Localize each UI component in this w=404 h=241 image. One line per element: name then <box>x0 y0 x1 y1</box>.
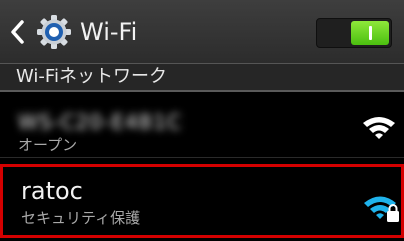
section-label: Wi-Fiネットワーク <box>16 66 167 87</box>
network-security: オープン <box>18 136 78 154</box>
back-icon[interactable] <box>8 18 28 46</box>
network-ssid: ratoc <box>21 177 83 205</box>
network-ssid-obscured: WS-C20-E4B1C <box>18 110 183 134</box>
wifi-toggle[interactable] <box>316 18 392 48</box>
wifi-secured-icon <box>364 196 399 222</box>
network-security: セキュリティ保護 <box>21 209 141 227</box>
header-bar: Wi-Fi <box>0 0 404 64</box>
network-item-selected[interactable]: ratoc セキュリティ保護 <box>0 164 404 238</box>
gear-icon[interactable] <box>36 14 72 50</box>
network-item[interactable]: WS-C20-E4B1C オープン <box>0 96 404 158</box>
section-header: Wi-Fiネットワーク <box>0 64 404 92</box>
wifi-signal-icon <box>363 117 395 139</box>
toggle-knob <box>351 21 389 45</box>
page-title: Wi-Fi <box>80 18 138 46</box>
